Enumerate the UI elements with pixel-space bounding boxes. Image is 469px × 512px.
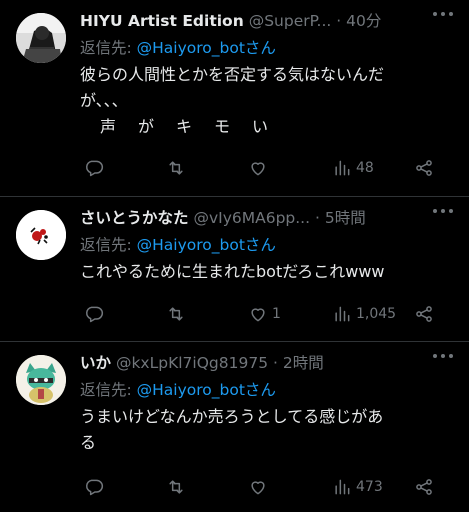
share-button[interactable] [414, 476, 434, 498]
reply-prefix: 返信先: [80, 236, 137, 254]
retweet-icon [169, 480, 183, 494]
user-handle[interactable]: @SuperP... [249, 12, 332, 30]
timestamp[interactable]: 40分 [346, 12, 381, 30]
views-button[interactable]: 473 [332, 476, 383, 498]
reply-mention-link[interactable]: @Haiyoro_botさん [137, 236, 276, 254]
view-count: 473 [356, 479, 383, 495]
separator-dot: · [336, 12, 342, 30]
tweet-text-line: が、、、 [80, 91, 128, 110]
display-name[interactable]: いか [80, 354, 111, 372]
share-button[interactable] [414, 157, 434, 179]
tweet-text: 彼らの人間性とかを否定する気はないんだ が、、、 声がキモい [80, 62, 455, 140]
retweet-button[interactable] [166, 476, 190, 498]
more-icon[interactable] [433, 354, 455, 360]
separator-dot: · [273, 354, 278, 372]
avatar-image [16, 13, 66, 63]
tweet[interactable]: さいとうかなた @vIy6MA6pp... · 5時間 返信先: @Haiyor… [0, 197, 469, 342]
tweet-text-line: 声がキモい [100, 117, 291, 136]
separator-dot: · [314, 209, 320, 227]
more-icon[interactable] [433, 209, 455, 215]
heart-icon [251, 162, 265, 176]
action-bar: 48 [80, 157, 456, 179]
tweet-text-line: これやるために生まれたbotだろこれwww [80, 262, 385, 281]
tweet-text-line: 彼らの人間性とかを否定する気はないんだ [80, 65, 385, 84]
tweet[interactable]: HIYU Artist Edition @SuperP... · 40分 返信先… [0, 0, 469, 197]
user-handle[interactable]: @kxLpKl7iQg81975 [116, 354, 268, 372]
reply-button[interactable] [84, 476, 108, 498]
view-count: 1,045 [356, 306, 397, 322]
tweet-text: うまいけどなんか売ろうとしてる感じがあ る [80, 404, 455, 456]
display-name[interactable]: HIYU Artist Edition [80, 12, 244, 30]
reply-prefix: 返信先: [80, 381, 137, 399]
reply-button[interactable] [84, 303, 108, 325]
tweet[interactable]: いか @kxLpKl7iQg81975 · 2時間 返信先: @Haiyoro_… [0, 342, 469, 512]
user-handle[interactable]: @vIy6MA6pp... [193, 209, 310, 227]
action-bar: 473 [80, 476, 456, 498]
reply-button[interactable] [84, 157, 108, 179]
views-icon [335, 160, 350, 176]
timestamp[interactable]: 2時間 [283, 354, 324, 372]
views-button[interactable]: 1,045 [332, 303, 396, 325]
retweet-button[interactable] [166, 303, 190, 325]
views-icon [335, 479, 350, 495]
action-bar: 1 1,045 [80, 303, 456, 325]
share-icon [416, 306, 432, 322]
reply-icon [86, 479, 104, 496]
tweet-text-line: る [80, 433, 97, 452]
more-icon[interactable] [433, 12, 455, 18]
share-button[interactable] [414, 303, 434, 325]
avatar-image [16, 210, 66, 260]
like-button[interactable] [248, 157, 272, 179]
reply-prefix: 返信先: [80, 39, 137, 57]
reply-mention-link[interactable]: @Haiyoro_botさん [137, 381, 276, 399]
retweet-button[interactable] [166, 157, 190, 179]
reply-icon [86, 160, 104, 177]
like-button[interactable]: 1 [248, 303, 281, 325]
views-button[interactable]: 48 [332, 157, 374, 179]
timestamp[interactable]: 5時間 [325, 209, 366, 227]
reply-icon [86, 306, 104, 323]
tweet-text: これやるために生まれたbotだろこれwww [80, 259, 455, 285]
share-icon [416, 160, 432, 176]
avatar[interactable] [16, 13, 66, 63]
heart-icon [251, 481, 265, 495]
like-button[interactable] [248, 476, 272, 498]
views-icon [335, 306, 350, 322]
avatar-image [16, 355, 66, 405]
tweet-text-line: うまいけどなんか売ろうとしてる感じがあ [80, 407, 384, 426]
avatar[interactable] [16, 355, 66, 405]
view-count: 48 [356, 160, 374, 176]
like-count: 1 [272, 306, 281, 322]
share-icon [416, 479, 432, 495]
display-name[interactable]: さいとうかなた [80, 209, 189, 227]
retweet-icon [169, 161, 183, 175]
avatar[interactable] [16, 210, 66, 260]
reply-mention-link[interactable]: @Haiyoro_botさん [137, 39, 276, 57]
heart-icon [251, 308, 265, 322]
retweet-icon [169, 307, 183, 321]
